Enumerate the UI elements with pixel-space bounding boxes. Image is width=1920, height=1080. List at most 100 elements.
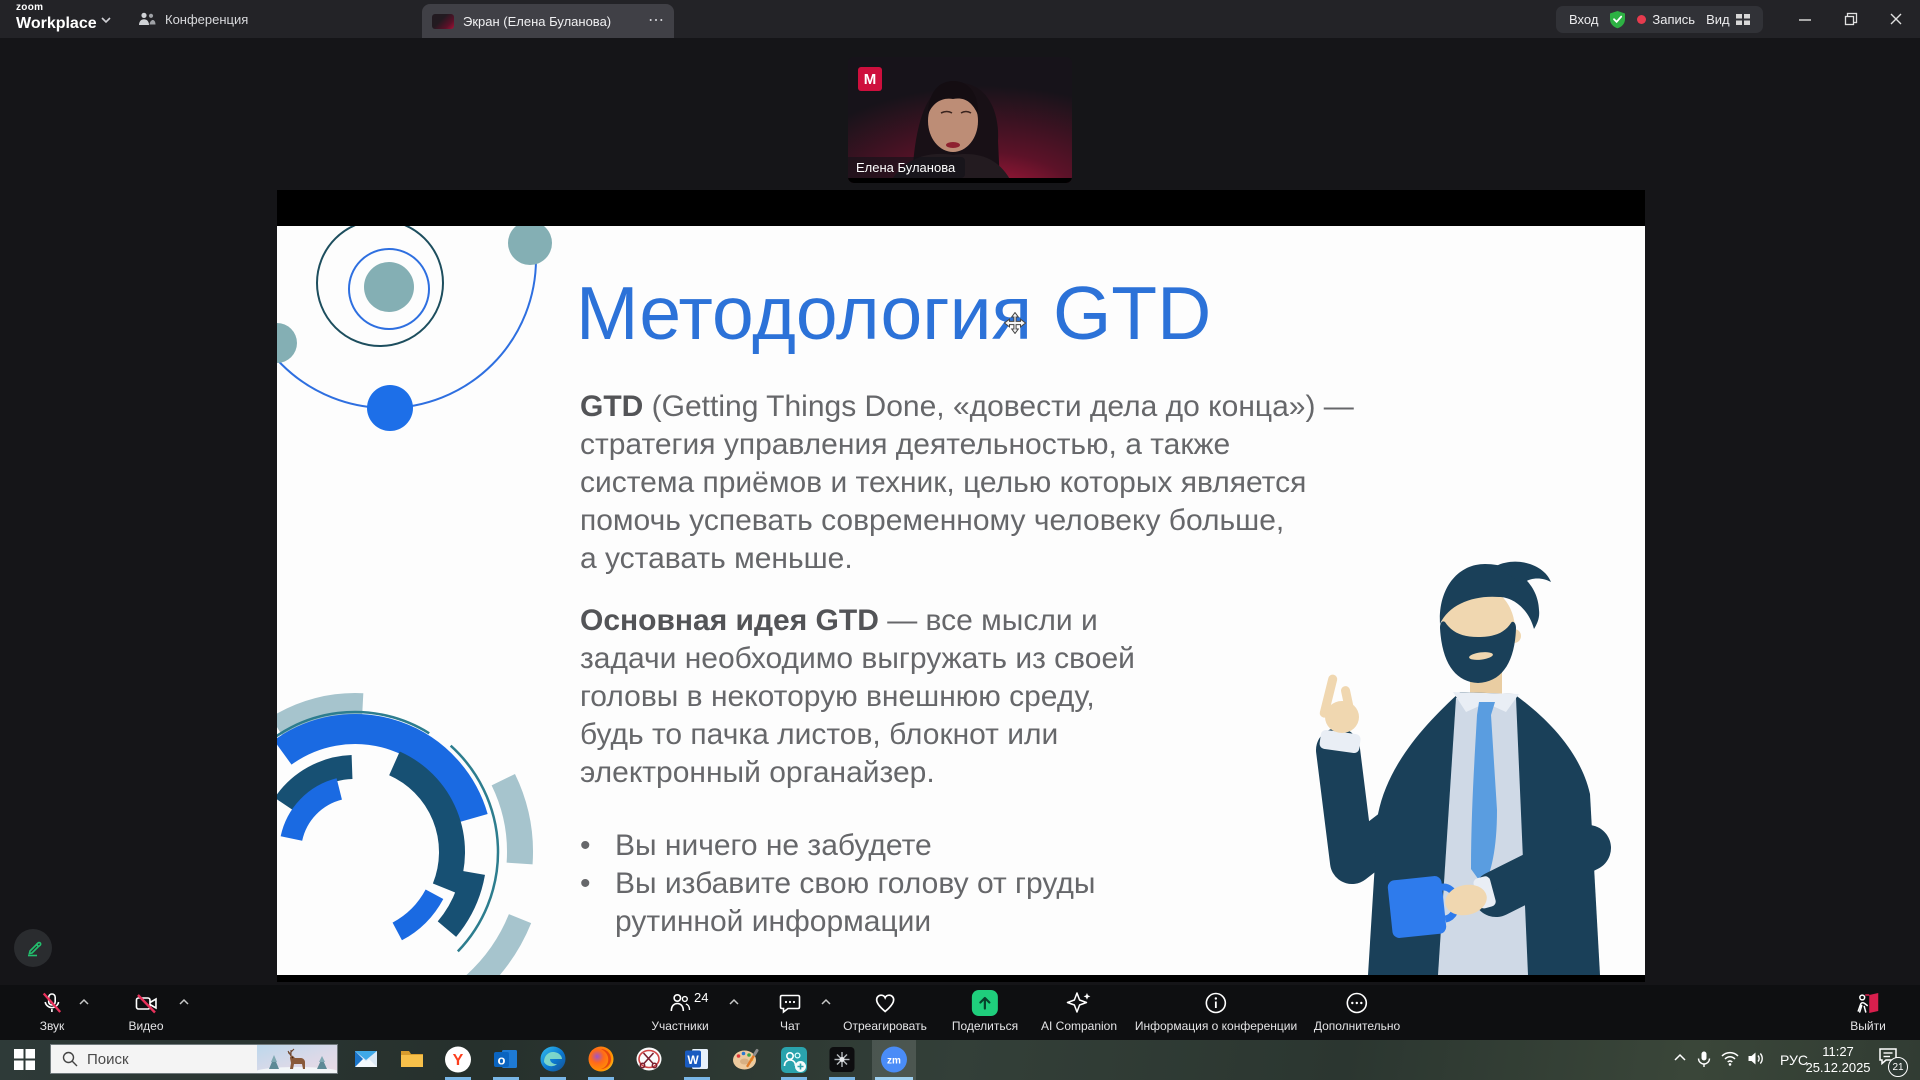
- participant-name-tag: Елена Буланова: [848, 157, 965, 178]
- p2-line3: головы в некоторую внешнюю среду,: [580, 678, 1135, 716]
- chevron-up-icon[interactable]: [820, 998, 832, 1006]
- ai-companion-button[interactable]: AI Companion: [1041, 990, 1117, 1033]
- mic-muted-icon: [40, 990, 64, 1015]
- shared-screen-region: Методология GTD GTD (Getting Things Done…: [277, 190, 1645, 982]
- react-button[interactable]: Отреагировать: [843, 990, 927, 1033]
- wifi-icon[interactable]: [1721, 1051, 1739, 1066]
- tab-conference[interactable]: Конференция: [138, 0, 248, 38]
- p1-line4: помочь успевать современному человеку бо…: [580, 502, 1354, 540]
- meeting-info-label: Информация о конференции: [1135, 1019, 1297, 1033]
- dark-app-icon[interactable]: [829, 1046, 856, 1073]
- tab-screen-share[interactable]: Экран (Елена Буланова) ⋯: [422, 4, 674, 38]
- bullet1-line1: Вы ничего не забудете: [615, 827, 932, 865]
- close-icon[interactable]: [1887, 10, 1905, 28]
- bullet-item: • Вы избавите свою голову от груды рутин…: [580, 865, 1095, 941]
- volume-icon[interactable]: [1748, 1051, 1765, 1066]
- zoom-app-icon[interactable]: zm: [881, 1046, 908, 1073]
- paint-icon[interactable]: [732, 1046, 759, 1072]
- react-label: Отреагировать: [843, 1019, 927, 1033]
- word-icon[interactable]: W: [684, 1046, 710, 1072]
- bullet2-line1: Вы избавите свою голову от груды: [615, 865, 1095, 903]
- ai-companion-icon: [1066, 990, 1092, 1015]
- edge-icon[interactable]: [540, 1046, 566, 1072]
- firefox-icon[interactable]: [588, 1046, 614, 1072]
- windows-start-icon[interactable]: [14, 1049, 35, 1070]
- camera-muted-icon: [133, 990, 159, 1015]
- people-tab-icon: [138, 12, 156, 26]
- search-input[interactable]: [78, 1051, 257, 1068]
- bullet-item: • Вы ничего не забудете: [580, 827, 1095, 865]
- video-bottom-strip: [848, 178, 1072, 183]
- tab-more-icon[interactable]: ⋯: [648, 13, 664, 29]
- record-indicator[interactable]: Запись: [1637, 12, 1695, 27]
- move-cursor-icon: [1004, 312, 1026, 334]
- info-icon: [1204, 990, 1228, 1015]
- outlook-icon[interactable]: o: [493, 1046, 519, 1072]
- p2-line4: будь то пачка листов, блокнот или: [580, 716, 1135, 754]
- svg-text:Y: Y: [453, 1052, 464, 1069]
- language-indicator[interactable]: РУС: [1780, 1052, 1808, 1068]
- p1-line5: а уставать меньше.: [580, 540, 1354, 578]
- file-explorer-icon[interactable]: [399, 1046, 425, 1072]
- notification-icon[interactable]: 21: [1878, 1047, 1898, 1065]
- slide-paragraph-2: Основная идея GTD — все мысли и задачи н…: [580, 602, 1135, 792]
- tray-mic-icon[interactable]: [1697, 1051, 1711, 1068]
- clock-time: 11:27: [1805, 1044, 1870, 1060]
- snipping-tool-icon[interactable]: [636, 1046, 663, 1072]
- chevron-up-icon[interactable]: [178, 998, 190, 1006]
- mail-icon[interactable]: [353, 1046, 379, 1072]
- participants-button[interactable]: 24 Участники: [651, 990, 708, 1033]
- more-button[interactable]: Дополнительно: [1314, 990, 1400, 1033]
- chevron-up-icon[interactable]: [728, 998, 740, 1006]
- p1-line2: стратегия управления деятельностью, а та…: [580, 426, 1354, 464]
- meeting-info-button[interactable]: Информация о конференции: [1135, 990, 1297, 1033]
- clock-date: 25.12.2025: [1805, 1060, 1870, 1076]
- search-winter-art: [257, 1045, 337, 1073]
- windows-taskbar: Y o: [0, 1040, 1920, 1080]
- contacts-app-icon[interactable]: [780, 1046, 808, 1074]
- tab-screen-label: Экран (Елена Буланова): [463, 14, 611, 29]
- audio-button[interactable]: Звук: [40, 990, 65, 1033]
- bullet-dot: •: [580, 865, 615, 941]
- presenter-video-tile[interactable]: M Елена Буланова: [848, 57, 1072, 183]
- brand-workplace: Workplace: [16, 16, 97, 32]
- svg-text:W: W: [687, 1053, 699, 1067]
- titlebar-controls: Вход Запись Вид: [1556, 6, 1763, 33]
- p1-line3: система приёмов и техник, целью которых …: [580, 464, 1354, 502]
- share-screen-icon: [972, 990, 998, 1016]
- annotate-pencil-icon: [23, 938, 43, 958]
- share-screen-button[interactable]: Поделиться: [952, 990, 1018, 1033]
- record-dot: [1637, 15, 1646, 24]
- svg-text:zm: zm: [887, 1056, 901, 1067]
- presentation-slide: Методология GTD GTD (Getting Things Done…: [277, 226, 1645, 975]
- tab-conference-label: Конференция: [165, 12, 248, 27]
- chevron-up-icon[interactable]: [78, 998, 90, 1006]
- annotate-button[interactable]: [14, 929, 52, 967]
- p1-line1: (Getting Things Done, «довести дела до к…: [643, 390, 1353, 423]
- restore-icon[interactable]: [1842, 10, 1860, 28]
- chat-button[interactable]: Чат: [778, 990, 802, 1033]
- record-label: Запись: [1652, 12, 1695, 27]
- slide-bullet-list: • Вы ничего не забудете • Вы избавите св…: [580, 827, 1095, 941]
- ellipsis-icon: [1345, 990, 1369, 1015]
- zoom-workplace-logo: zoom Workplace: [16, 3, 97, 32]
- taskbar-clock[interactable]: 11:27 25.12.2025: [1805, 1044, 1870, 1076]
- login-button[interactable]: Вход: [1569, 12, 1598, 27]
- leave-button[interactable]: Выйти: [1850, 990, 1886, 1033]
- shield-check-icon[interactable]: [1609, 10, 1626, 29]
- chevron-down-icon[interactable]: [100, 16, 112, 24]
- minimize-icon[interactable]: [1796, 10, 1814, 28]
- tray-chevron-icon[interactable]: [1673, 1051, 1687, 1065]
- businessman-illustration: [1300, 552, 1618, 975]
- brand-zoom: zoom: [16, 3, 97, 13]
- participants-icon: 24: [668, 990, 692, 1015]
- view-button[interactable]: Вид: [1706, 12, 1750, 27]
- yandex-browser-icon[interactable]: Y: [445, 1046, 472, 1073]
- view-grid-icon: [1736, 14, 1750, 25]
- taskbar-search[interactable]: [50, 1044, 338, 1074]
- video-button[interactable]: Видео: [128, 990, 163, 1033]
- share-label: Поделиться: [952, 1019, 1018, 1033]
- audio-label: Звук: [40, 1019, 65, 1033]
- search-icon: [62, 1051, 78, 1067]
- logo-m-badge: M: [858, 67, 882, 91]
